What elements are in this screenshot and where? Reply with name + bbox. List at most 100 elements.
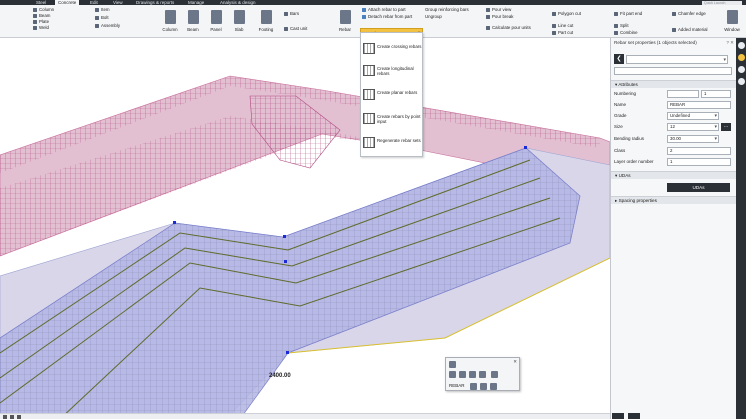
class-input[interactable]: 2	[667, 147, 731, 155]
layer-order-label: Layer order number	[614, 159, 654, 164]
size-more-button[interactable]: …	[721, 123, 731, 131]
handle-point[interactable]	[284, 260, 287, 263]
rebar-split-icon[interactable]	[469, 371, 476, 378]
footing-button[interactable]: Footing	[256, 8, 276, 36]
size-select[interactable]: 12	[667, 123, 719, 131]
line-cut-button[interactable]: Line cut	[552, 23, 573, 28]
attributes-section-header[interactable]: ▾ Attributes	[611, 80, 737, 88]
part-cut-icon	[552, 30, 556, 35]
ungroup-button[interactable]: Ungroup	[425, 14, 442, 19]
handle-point[interactable]	[283, 235, 286, 238]
point-input-icon	[363, 113, 375, 124]
udas-button[interactable]: UDAs	[667, 183, 730, 192]
move-handle-icon[interactable]	[449, 361, 456, 368]
rebar-options-icon[interactable]	[480, 383, 487, 390]
rebar-mode-icon[interactable]	[470, 383, 477, 390]
combine-icon	[614, 30, 618, 35]
settings-icon[interactable]	[737, 42, 745, 49]
split-button[interactable]: Split	[614, 23, 629, 28]
name-input[interactable]: REBAR	[667, 101, 731, 109]
panel-footer-button[interactable]	[628, 413, 640, 419]
attach-rebar-button[interactable]: Attach rebar to part	[362, 7, 406, 12]
spacing-section-header[interactable]: ▸ Spacing properties	[611, 196, 737, 204]
part-cut-button[interactable]: Part cut	[552, 30, 573, 35]
status-icon[interactable]	[3, 414, 7, 419]
rebar-edit-icon[interactable]	[459, 371, 466, 378]
rebar-icon	[339, 10, 351, 24]
detach-rebar-button[interactable]: Detach rebar from part	[362, 14, 412, 19]
pour-view-button[interactable]: Pour view	[486, 7, 511, 12]
status-icon[interactable]	[10, 414, 14, 419]
added-material-button[interactable]: Added material	[672, 27, 708, 32]
numbering-start-input[interactable]: 1	[701, 90, 731, 98]
panel-footer-button[interactable]	[612, 413, 624, 419]
pour-view-icon	[486, 7, 490, 12]
beam-button[interactable]: Beam	[183, 8, 203, 36]
handle-point[interactable]	[524, 146, 527, 149]
fit-part-end-button[interactable]: Fit part end	[614, 11, 642, 16]
grade-select[interactable]: Undefined	[667, 112, 719, 120]
combine-button[interactable]: Combine	[614, 30, 638, 35]
dimension-label: 2400.00	[269, 373, 291, 379]
ribbon-column[interactable]: Column	[33, 7, 54, 12]
panel-title: Rebar set properties (1 objects selected…	[611, 38, 737, 48]
layer-order-input[interactable]: 1	[667, 158, 731, 166]
numbering-prefix-input[interactable]	[667, 90, 699, 98]
quick-launch-search[interactable]: Quick Launch	[702, 0, 742, 5]
group-rebars-button[interactable]: Group reinforcing bars	[425, 7, 469, 12]
fit-part-end-icon	[614, 11, 618, 16]
close-icon[interactable]: ? ✕	[726, 38, 734, 48]
toolbar-label: REBAR	[449, 383, 465, 388]
bolt-icon	[95, 15, 99, 20]
property-set-dropdown[interactable]	[626, 54, 728, 64]
property-filter-input[interactable]	[614, 67, 732, 75]
menu-item-rebars-by-point[interactable]: Create rebars by point input	[361, 109, 424, 131]
regenerate-icon	[363, 137, 375, 148]
rebar-more-icon[interactable]	[490, 383, 497, 390]
back-button[interactable]: ❮	[614, 54, 624, 64]
properties-panel: Rebar set properties (1 objects selected…	[610, 38, 737, 419]
rebar-group-icon[interactable]	[491, 371, 498, 378]
menu-item-regenerate-rebar-sets[interactable]: Regenerate rebar sets	[361, 133, 424, 155]
ribbon-beam[interactable]: Beam	[33, 13, 50, 18]
info-icon[interactable]	[737, 66, 745, 73]
udas-section-header[interactable]: ▾ UDAs	[611, 171, 737, 179]
menu-item-longitudinal-rebars[interactable]: Create longitudinal rebars	[361, 61, 424, 83]
ribbon-plate[interactable]: Plate	[33, 19, 49, 24]
ribbon-bolt[interactable]: Bolt	[95, 15, 109, 20]
bending-radius-select[interactable]: 30.00	[667, 135, 719, 143]
handle-point[interactable]	[173, 221, 176, 224]
panel-button[interactable]: Panel	[206, 8, 226, 36]
handle-point[interactable]	[286, 351, 289, 354]
column-button[interactable]: Column	[160, 8, 180, 36]
pour-break-button[interactable]: Pour break	[486, 14, 513, 19]
bars-icon	[284, 11, 288, 16]
slab-button[interactable]: Slab	[229, 8, 249, 36]
catalog-icon[interactable]	[737, 78, 745, 85]
side-panel-strip	[736, 38, 746, 419]
bars-button[interactable]: Bars	[284, 11, 299, 16]
rebar-button[interactable]: Rebar	[335, 8, 355, 36]
status-icon[interactable]	[17, 414, 21, 419]
close-icon[interactable]: ✕	[513, 359, 517, 365]
properties-icon[interactable]	[737, 54, 745, 61]
crossing-rebars-icon	[363, 43, 375, 54]
chamfer-icon	[672, 11, 676, 16]
calculate-pour-units-button[interactable]: Calculate pour units	[486, 25, 531, 30]
menu-item-crossing-rebars[interactable]: Create crossing rebars	[361, 39, 424, 61]
planar-rebars-icon	[363, 89, 375, 100]
panel-footer	[612, 413, 642, 419]
window-button[interactable]: Window	[720, 8, 744, 36]
cast-unit-button[interactable]: Cast unit	[284, 26, 307, 31]
menu-item-planar-rebars[interactable]: Create planar rebars	[361, 85, 424, 107]
chamfer-edge-button[interactable]: Chamfer edge	[672, 11, 706, 16]
column-icon	[33, 7, 37, 12]
ribbon-item[interactable]: Item	[95, 7, 110, 12]
ribbon-assembly[interactable]: Assembly	[95, 23, 120, 28]
window-icon	[726, 10, 738, 24]
rebar-merge-icon[interactable]	[479, 371, 486, 378]
rebar-tool-icon[interactable]	[449, 371, 456, 378]
attach-icon	[362, 7, 366, 12]
ribbon-weld[interactable]: Weld	[33, 25, 49, 30]
polygon-cut-button[interactable]: Polygon cut	[552, 11, 581, 16]
